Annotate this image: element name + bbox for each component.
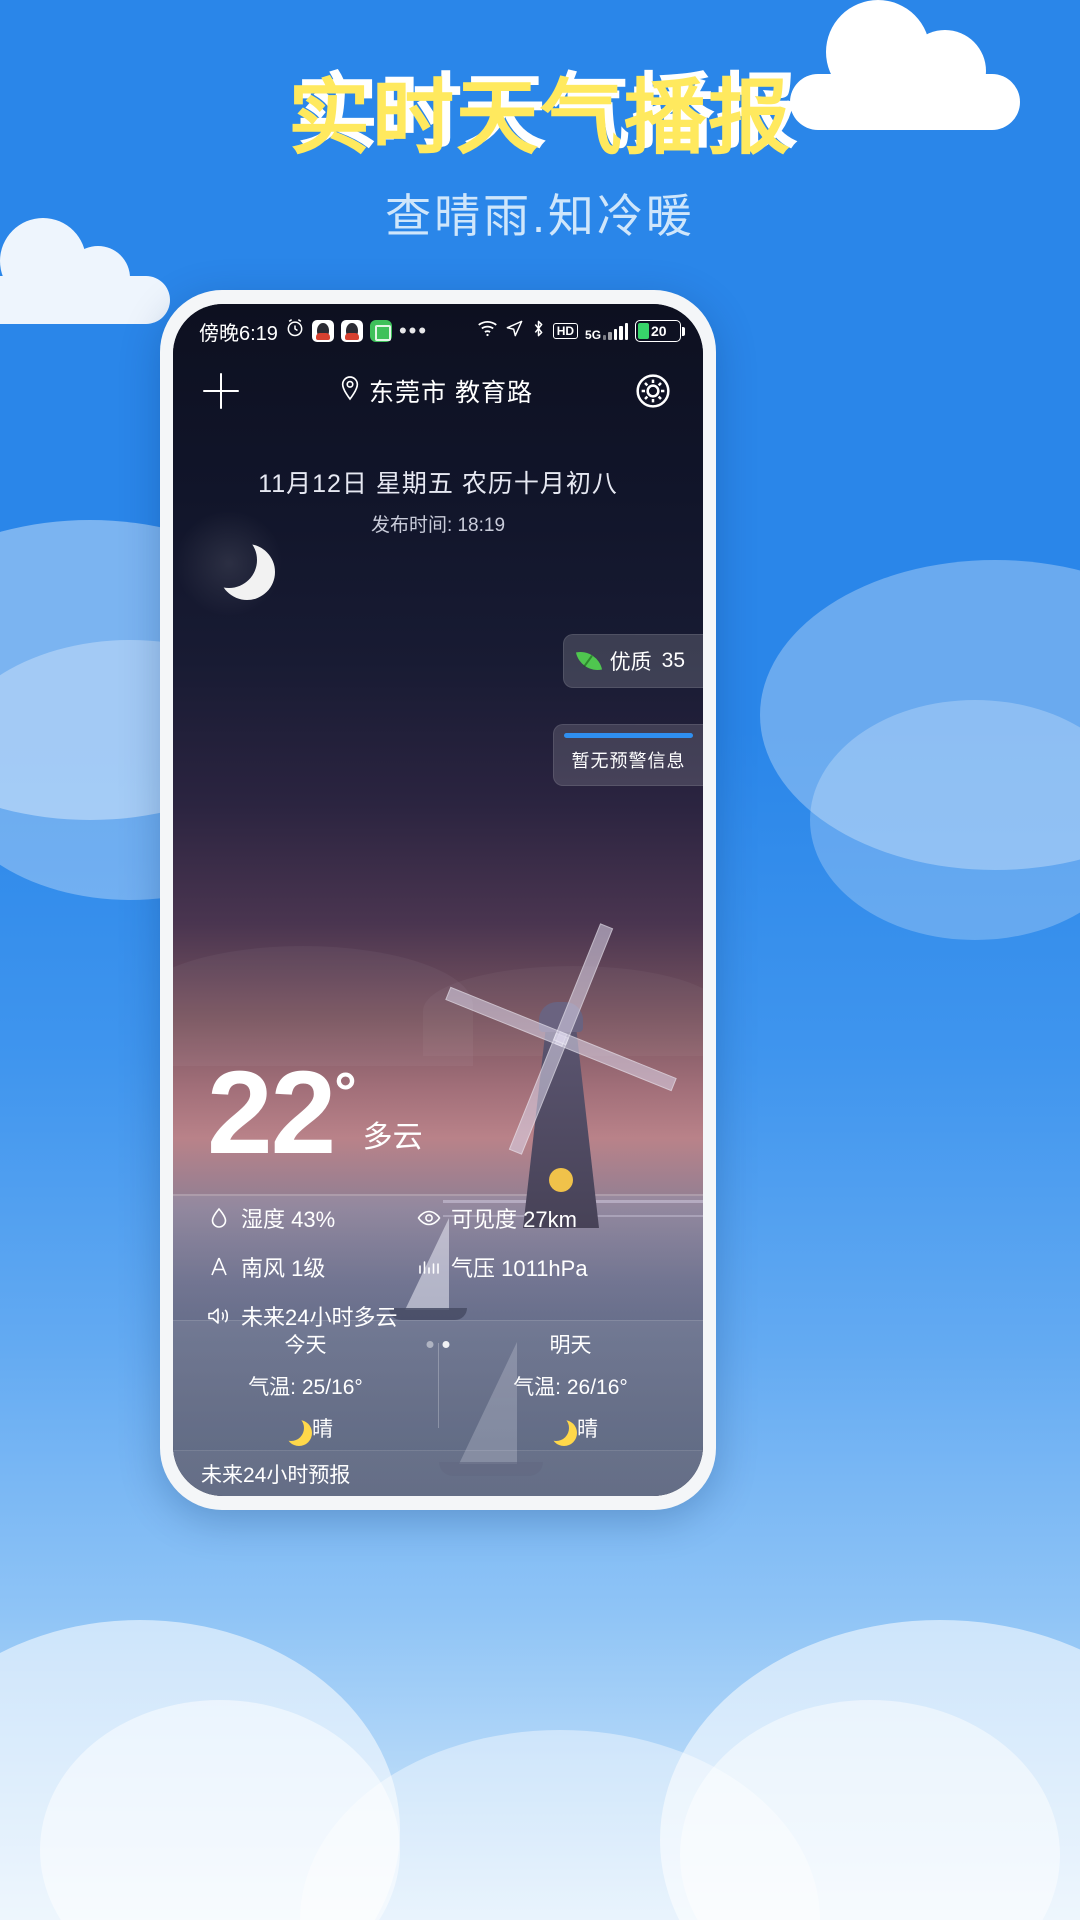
status-bar-left: 傍晚6:19 ••• [199,317,428,346]
status-time: 傍晚6:19 [199,322,278,345]
weather-condition-label: 多云 [362,1121,423,1154]
forecast-temp-range: 气温: 26/16° [513,1375,628,1399]
date-block: 11月12日 星期五 农历十月初八 发布时间: 18:19 [173,464,703,537]
temperature-value: 22 [207,1047,336,1180]
pressure-gauge-icon [417,1255,441,1279]
status-bar-right: HD 5G 20 [477,319,685,344]
phone-screen: 傍晚6:19 ••• HD 5G 20 东莞市 教育路 11月12日 星期五 农… [173,304,703,1496]
humidity-drop-icon [207,1206,231,1230]
current-temperature-block: 22 ° 多云 [207,1047,423,1180]
detail-wind-text: 南风 1级 [241,1256,326,1281]
page-dot[interactable] [426,1341,434,1348]
wind-direction-icon [207,1255,231,1279]
moon-icon [278,1415,304,1441]
promo-title-wrap: 实时天气播报 实时天气播报 [0,72,1080,160]
battery-level: 20 [651,323,667,339]
qq-icon [340,320,363,342]
green-app-icon [369,320,392,342]
phone-mockup: 傍晚6:19 ••• HD 5G 20 东莞市 教育路 11月12日 星期五 农… [160,290,716,1510]
promo-title: 实时天气播报 实时天气播报 [288,72,798,160]
forecast-strip: 今天 气温: 25/16° 晴 明天 气温: 26/16° 晴 [173,1320,703,1450]
weather-alert-badge[interactable]: 暂无预警信息 [553,724,703,786]
gear-icon[interactable] [633,371,673,411]
windmill-body [523,1028,599,1228]
signal-strength-icon [603,322,628,340]
location-selector[interactable]: 东莞市 教育路 [339,373,533,409]
windmill-window [549,1168,573,1192]
detail-row: 南风 1级 气压 1011hPa [207,1251,637,1283]
add-city-button[interactable] [203,373,239,409]
detail-humidity: 湿度 43% [207,1202,417,1234]
detail-wind: 南风 1级 [207,1251,417,1283]
forecast-condition: 晴 [278,1413,333,1443]
scene-windmill [445,923,677,1228]
forecast-condition: 晴 [543,1413,598,1443]
leaf-icon [575,647,602,675]
detail-pressure: 气压 1011hPa [417,1251,588,1283]
date-line: 11月12日 星期五 农历十月初八 [258,470,618,498]
aqi-label: 优质 [609,651,652,674]
promo-title-text: 实时天气播报 [287,73,792,164]
battery-icon: 20 [635,320,685,342]
status-bar: 傍晚6:19 ••• HD 5G 20 [173,304,703,354]
moon-icon [543,1415,569,1441]
hourly-forecast-bar[interactable]: 未来24小时预报 [173,1450,703,1496]
detail-pressure-text: 气压 1011hPa [451,1256,588,1281]
page-dot-active[interactable] [442,1341,450,1348]
detail-row: 湿度 43% 可见度 27km [207,1202,637,1234]
forecast-condition-label: 晴 [577,1417,598,1441]
hourly-forecast-label: 未来24小时预报 [201,1463,351,1487]
aqi-badge[interactable]: 优质 35 [562,634,703,688]
detail-humidity-text: 湿度 43% [241,1207,336,1232]
alert-text: 暂无预警信息 [571,751,686,771]
forecast-day-label: 今天 [284,1333,327,1357]
promo-subtitle: 查晴雨.知冷暖 [385,190,695,242]
hd-icon: HD [552,323,579,339]
battery-fill [638,323,649,339]
forecast-condition-label: 晴 [312,1417,333,1441]
temperature-degree-symbol: ° [334,1060,357,1123]
current-location-label: 东莞市 教育路 [369,379,533,407]
forecast-temp-range: 气温: 25/16° [248,1375,363,1399]
status-overflow-dots: ••• [398,318,429,344]
location-pin-icon [339,375,361,408]
qq-icon [311,320,334,342]
page-indicator-dots [426,1341,450,1348]
alert-accent-bar [564,733,693,738]
forecast-day-label: 明天 [549,1333,592,1357]
navigation-arrow-icon [505,319,524,344]
alarm-clock-icon [285,318,305,344]
forecast-card-today[interactable]: 今天 气温: 25/16° 晴 [173,1321,438,1450]
moon-icon [201,532,257,588]
weather-details: 湿度 43% 可见度 27km 南风 1级 气压 1011hPa 未来24小时多… [207,1202,637,1332]
bluetooth-icon [531,319,546,344]
wifi-icon [477,319,498,343]
network-type-label: 5G [585,327,602,342]
forecast-card-tomorrow[interactable]: 明天 气温: 26/16° 晴 [438,1321,703,1450]
app-header: 东莞市 教育路 [173,360,703,422]
detail-visibility-text: 可见度 27km [451,1207,577,1232]
detail-visibility: 可见度 27km [417,1202,577,1234]
eye-visibility-icon [417,1206,441,1230]
publish-time: 发布时间: 18:19 [370,515,506,536]
aqi-value: 35 [661,649,685,672]
